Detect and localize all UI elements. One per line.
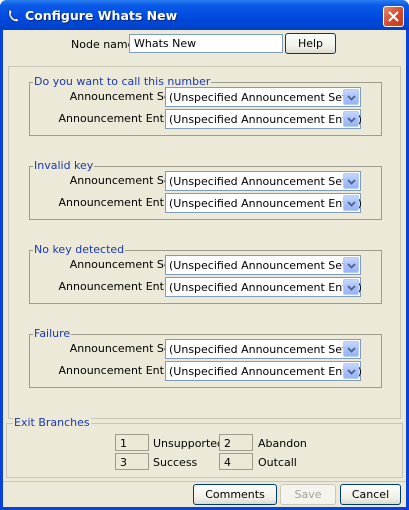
group-call-number: Do you want to call this number Announce… <box>29 75 382 136</box>
close-icon <box>388 11 399 22</box>
exit-branch-number: 2 <box>219 434 253 451</box>
help-button[interactable]: Help <box>285 33 336 54</box>
title-bar[interactable]: Configure Whats New <box>0 0 409 30</box>
dropdown-button[interactable] <box>343 257 359 273</box>
chevron-down-icon <box>347 117 356 123</box>
announcement-entry-select[interactable]: (Unspecified Announcement Entry) <box>165 193 362 213</box>
node-name-input[interactable]: Whats New <box>129 34 283 53</box>
save-button[interactable]: Save <box>280 484 336 505</box>
announcement-entry-label: Announcement Entry <box>58 112 176 125</box>
footer-divider <box>3 481 406 482</box>
comments-button[interactable]: Comments <box>193 484 277 505</box>
announcement-entry-select[interactable]: (Unspecified Announcement Entry) <box>165 361 362 381</box>
announcement-set-value: (Unspecified Announcement Set) <box>169 259 351 272</box>
chevron-down-icon <box>347 369 356 375</box>
announcement-set-label: Announcement Set <box>69 342 175 355</box>
announcement-set-value: (Unspecified Announcement Set) <box>169 91 351 104</box>
dropdown-button[interactable] <box>343 363 359 379</box>
dropdown-button[interactable] <box>343 173 359 189</box>
group-title: Failure <box>33 327 72 340</box>
group-invalid-key: Invalid key Announcement Set (Unspecifie… <box>29 159 382 220</box>
group-title: Invalid key <box>33 159 95 172</box>
dropdown-button[interactable] <box>343 279 359 295</box>
announcement-entry-label: Announcement Entry <box>58 196 176 209</box>
announcement-entry-label: Announcement Entry <box>58 280 176 293</box>
announcement-entry-label: Announcement Entry <box>58 364 176 377</box>
announcement-entry-value: (Unspecified Announcement Entry) <box>169 365 362 378</box>
node-name-label: Node name <box>71 38 135 51</box>
announcement-set-label: Announcement Set <box>69 258 175 271</box>
dropdown-button[interactable] <box>343 341 359 357</box>
announcement-set-value: (Unspecified Announcement Set) <box>169 343 351 356</box>
announcement-entry-value: (Unspecified Announcement Entry) <box>169 197 362 210</box>
exit-branch-name: Success <box>153 456 198 469</box>
chevron-down-icon <box>347 95 356 101</box>
chevron-down-icon <box>347 201 356 207</box>
announcement-set-select[interactable]: (Unspecified Announcement Set) <box>165 255 361 275</box>
exit-branch-number: 3 <box>115 453 149 470</box>
window-title: Configure Whats New <box>25 8 178 23</box>
announcement-entry-select[interactable]: (Unspecified Announcement Entry) <box>165 109 362 129</box>
chevron-down-icon <box>347 263 356 269</box>
exit-branch-number: 1 <box>115 434 149 451</box>
announcement-set-select[interactable]: (Unspecified Announcement Set) <box>165 87 361 107</box>
announcement-set-label: Announcement Set <box>69 90 175 103</box>
exit-branch-name: Outcall <box>258 456 297 469</box>
chevron-down-icon <box>347 179 356 185</box>
group-no-key-detected: No key detected Announcement Set (Unspec… <box>29 243 382 304</box>
chevron-down-icon <box>347 285 356 291</box>
close-button[interactable] <box>383 6 404 27</box>
chevron-down-icon <box>347 347 356 353</box>
group-failure: Failure Announcement Set (Unspecified An… <box>29 327 382 388</box>
exit-branch-name: Unsupported <box>153 437 225 450</box>
node-name-row: Node name Whats New Help <box>3 30 406 58</box>
exit-branch-name: Abandon <box>258 437 307 450</box>
announcement-entry-select[interactable]: (Unspecified Announcement Entry) <box>165 277 362 297</box>
announcement-set-select[interactable]: (Unspecified Announcement Set) <box>165 171 361 191</box>
exit-branches-group: Exit Branches 1 Unsupported 2 Abandon 3 … <box>6 416 403 478</box>
dropdown-button[interactable] <box>343 195 359 211</box>
group-title: No key detected <box>33 243 126 256</box>
exit-branch-number: 4 <box>219 453 253 470</box>
phone-icon <box>8 8 20 23</box>
cancel-button[interactable]: Cancel <box>340 484 401 505</box>
configure-dialog: Configure Whats New Node name Whats New … <box>0 0 409 510</box>
dialog-body: Node name Whats New Help Do you want to … <box>3 30 406 507</box>
announcement-set-select[interactable]: (Unspecified Announcement Set) <box>165 339 361 359</box>
announcement-entry-value: (Unspecified Announcement Entry) <box>169 113 362 126</box>
announcement-entry-value: (Unspecified Announcement Entry) <box>169 281 362 294</box>
announcement-set-value: (Unspecified Announcement Set) <box>169 175 351 188</box>
announcements-panel: Do you want to call this number Announce… <box>8 66 401 419</box>
dropdown-button[interactable] <box>343 89 359 105</box>
dropdown-button[interactable] <box>343 111 359 127</box>
announcement-set-label: Announcement Set <box>69 174 175 187</box>
exit-branches-title: Exit Branches <box>13 416 91 429</box>
